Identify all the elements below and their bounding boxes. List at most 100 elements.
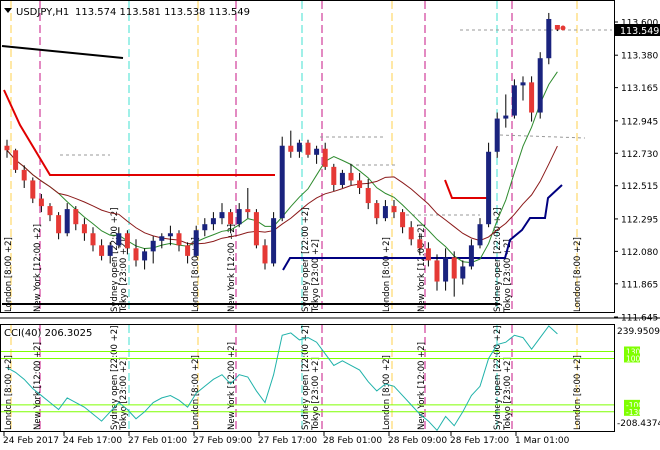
candle-body [142, 251, 148, 261]
session-label-cci: London [8:00 +2] [382, 355, 392, 430]
price-label: 113.165 [621, 84, 658, 94]
candle-body [314, 148, 320, 155]
candle-body [262, 245, 268, 264]
session-label-cci: New York [12:00 +2] [33, 342, 43, 430]
candle-body [30, 180, 36, 199]
cci-level-label: 100 [626, 354, 641, 363]
candle-body [47, 206, 53, 216]
candle-body [271, 218, 277, 264]
candle-body [468, 245, 474, 267]
candle-body [339, 172, 345, 185]
candle-body [305, 142, 311, 155]
session-label: New York [12:00 +2] [417, 224, 427, 312]
candle-body [288, 145, 294, 152]
candle-body [434, 260, 440, 282]
candle-body [202, 224, 208, 231]
cci-max-label: 239.9509 [617, 327, 660, 337]
candle-body [460, 266, 466, 279]
candle-body [529, 82, 535, 113]
current-price-label: 113.549 [620, 26, 659, 37]
candle-body [348, 172, 354, 181]
candle-body [99, 245, 105, 256]
time-label: 24 Feb 2017 [3, 436, 59, 446]
price-label: 111.645 [621, 314, 658, 324]
candle-body [486, 151, 492, 225]
session-label-cci: New York [12:00 +2] [227, 342, 237, 430]
candle-body [176, 233, 182, 246]
candle-body [193, 230, 199, 256]
session-label: Sydney open [22:00 +2] [493, 208, 503, 312]
session-label-cci: London [8:00 +2] [4, 355, 14, 430]
candle-body [90, 233, 96, 246]
session-label-cci: Tokyo [23:00 +2] [311, 357, 321, 431]
price-label: 112.295 [621, 215, 658, 225]
symbol-timeframe: USDJPY,H1 [16, 7, 69, 18]
candle-body [236, 209, 242, 225]
candle-body [228, 212, 234, 225]
candle-body [443, 257, 449, 282]
candle-body [279, 145, 285, 219]
session-label: Sydney open [22:00 +2] [301, 208, 311, 312]
candle-body [331, 166, 337, 185]
candle-body [365, 187, 371, 204]
candle-body [219, 212, 225, 219]
candle-body [107, 245, 113, 256]
candle-body [38, 198, 44, 207]
candle-body [124, 233, 130, 249]
candle-body [554, 25, 560, 30]
candle-body [391, 206, 397, 213]
candle-body [451, 257, 457, 279]
candle-body [185, 245, 191, 256]
chart-window[interactable]: London [8:00 +2] London [8:00 +2] New York… [0, 0, 660, 450]
candle-body [73, 209, 79, 225]
candle-body [4, 145, 10, 151]
session-label-cci: Sydney open [22:00 +2] [493, 326, 503, 430]
time-label: 28 Feb 17:00 [450, 436, 509, 446]
candle-body [494, 118, 500, 152]
time-label: 27 Feb 17:00 [258, 436, 317, 446]
session-label-cci: London [8:00 +2] [573, 355, 583, 430]
candle-body [133, 248, 139, 261]
cci-level-label: -130 [626, 408, 643, 417]
time-label: 1 Mar 01:00 [515, 436, 570, 446]
cci-min-label: -208.4374 [617, 419, 660, 429]
session-label-cci: New York [12:00 +2] [417, 342, 427, 430]
candle-body [511, 85, 517, 116]
cci-title: CCI(40) 206.3025 [4, 328, 92, 339]
price-label: 111.865 [621, 280, 658, 290]
chart-background [0, 0, 660, 450]
candle-body [503, 115, 509, 119]
session-label: London [8:00 +2] [573, 237, 583, 312]
candle-body [520, 82, 526, 86]
session-label: London [8:00 +2] [382, 237, 392, 312]
candle-body [64, 209, 70, 234]
candle-body [537, 58, 543, 113]
time-label: 27 Feb 01:00 [128, 436, 187, 446]
session-label: Tokyo [23:00 +2] [311, 239, 321, 313]
session-label-cci: Sydney open [22:00 +2] [301, 326, 311, 430]
candle-body [357, 180, 363, 188]
price-label: 112.945 [621, 117, 658, 127]
candle-body [13, 150, 19, 170]
candle-body [167, 233, 173, 237]
candle-body [150, 240, 156, 252]
candle-body [116, 233, 122, 246]
session-label-cci: Tokyo [23:00 +2] [503, 357, 513, 431]
time-label: 24 Feb 17:00 [63, 436, 122, 446]
candle-body [210, 218, 216, 225]
candle-body [253, 212, 259, 246]
candle-body [56, 215, 62, 234]
candle-body [21, 169, 27, 181]
candle-body [477, 224, 483, 246]
candle-body [417, 239, 423, 249]
time-label: 28 Feb 01:00 [323, 436, 382, 446]
candle-body [374, 203, 380, 219]
session-label: London [8:00 +2] [4, 237, 14, 312]
session-label-cci: Tokyo [23:00 +2] [119, 357, 129, 431]
session-label: New York [12:00 +2] [33, 224, 43, 312]
candle-body [81, 224, 87, 234]
session-label-cci: London [8:00 +2] [191, 355, 201, 430]
price-label: 113.380 [621, 52, 658, 62]
candle-body [159, 236, 165, 241]
candle-body [546, 18, 552, 59]
